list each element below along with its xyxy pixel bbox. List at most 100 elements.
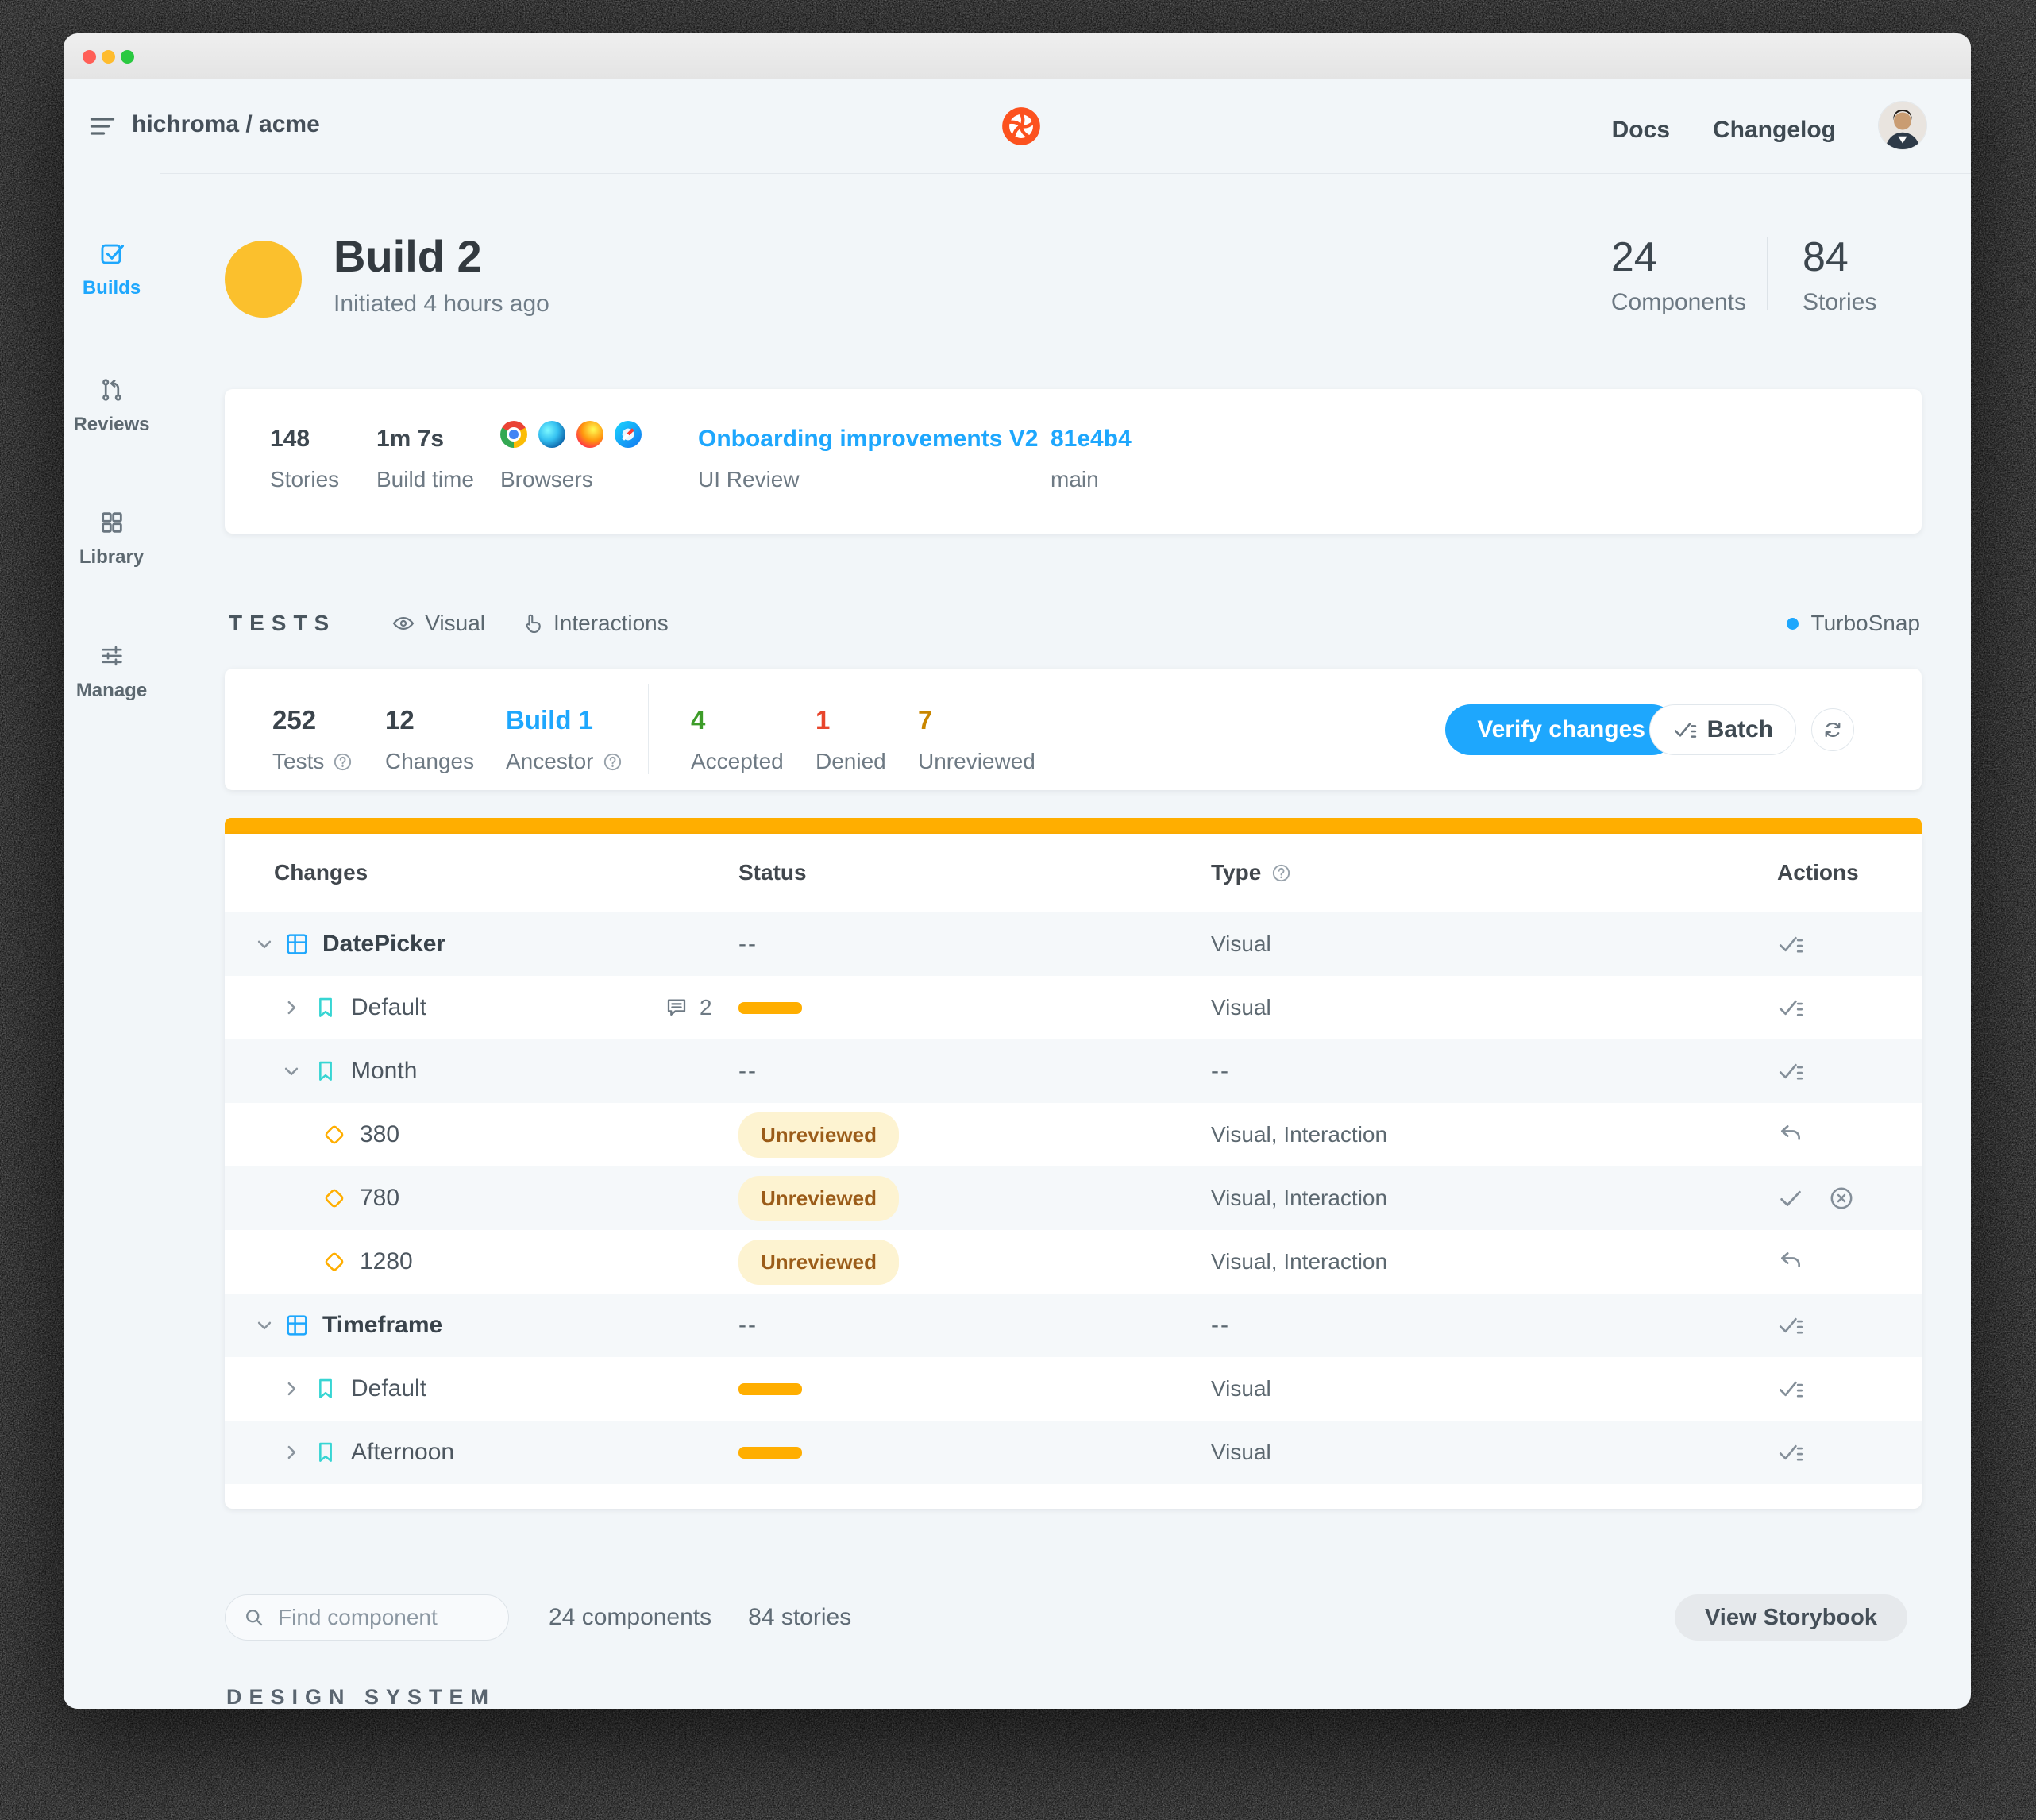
table-row[interactable]: 780 Unreviewed Visual, Interaction bbox=[225, 1166, 1922, 1230]
status-progress-bar bbox=[738, 1382, 802, 1395]
turbosnap-label: TurboSnap bbox=[1810, 611, 1921, 635]
sidebar-item-label: Library bbox=[79, 546, 145, 568]
project-breadcrumb[interactable]: hichroma / acme bbox=[132, 111, 320, 138]
view-storybook-button[interactable]: View Storybook bbox=[1674, 1594, 1907, 1641]
interactions-filter-label: Interactions bbox=[553, 611, 669, 635]
design-system-heading: DESIGN SYSTEM bbox=[226, 1685, 496, 1709]
batch-action-button[interactable] bbox=[1777, 1058, 1804, 1085]
row-label[interactable]: Timeframe bbox=[322, 1312, 442, 1339]
changes-table-body: DatePicker -- Visual Default 2 Visual Month -- -… bbox=[225, 912, 1922, 1484]
close-window-button[interactable] bbox=[83, 50, 96, 64]
chevron-right-icon[interactable] bbox=[280, 1377, 303, 1401]
docs-link[interactable]: Docs bbox=[1612, 117, 1670, 144]
batch-button[interactable]: Batch bbox=[1648, 704, 1796, 755]
type-label: -- bbox=[1211, 1312, 1230, 1338]
table-row[interactable]: Afternoon Visual bbox=[225, 1421, 1922, 1484]
bookmark-icon bbox=[319, 1442, 332, 1462]
batch-action-button[interactable] bbox=[1777, 1375, 1804, 1402]
minimize-window-button[interactable] bbox=[102, 50, 115, 64]
comment-count: 2 bbox=[700, 995, 712, 1020]
row-label[interactable]: Month bbox=[351, 1058, 417, 1085]
chevron-down-icon[interactable] bbox=[253, 932, 276, 956]
ancestor-build-link[interactable]: Build 1 bbox=[506, 707, 623, 733]
chevron-down-icon[interactable] bbox=[280, 1059, 303, 1083]
table-row[interactable]: Timeframe -- -- bbox=[225, 1294, 1922, 1357]
table-row[interactable]: Default Visual bbox=[225, 1357, 1922, 1421]
row-label[interactable]: Default bbox=[351, 1375, 426, 1402]
comments-group[interactable]: 2 bbox=[665, 995, 712, 1020]
menu-icon[interactable] bbox=[87, 112, 118, 141]
main-content: Build 2 Initiated 4 hours ago 24 Compone… bbox=[160, 173, 1971, 1709]
user-avatar[interactable] bbox=[1879, 102, 1926, 149]
branch-label: main bbox=[1051, 467, 1099, 492]
sidebar-item-reviews[interactable]: Reviews bbox=[64, 376, 160, 436]
chevron-right-icon[interactable] bbox=[280, 1440, 303, 1464]
chromatic-logo-icon[interactable] bbox=[1001, 106, 1042, 147]
zoom-window-button[interactable] bbox=[121, 50, 134, 64]
chevron-right-icon[interactable] bbox=[280, 996, 303, 1020]
diamond-icon bbox=[324, 1188, 345, 1209]
status-empty: -- bbox=[738, 931, 758, 957]
table-row[interactable]: 1280 Unreviewed Visual, Interaction bbox=[225, 1230, 1922, 1294]
batch-action-button[interactable] bbox=[1777, 994, 1804, 1021]
 bbox=[257, 940, 272, 948]
row-label[interactable]: 380 bbox=[360, 1121, 399, 1148]
interactions-filter[interactable]: Interactions bbox=[520, 611, 669, 636]
changelog-link[interactable]: Changelog bbox=[1713, 117, 1836, 144]
batch-action-button[interactable] bbox=[1777, 1312, 1804, 1339]
help-icon[interactable] bbox=[602, 751, 623, 773]
search-input[interactable] bbox=[276, 1604, 478, 1631]
table-row[interactable]: DatePicker -- Visual bbox=[225, 912, 1922, 976]
row-label[interactable]: DatePicker bbox=[322, 931, 445, 958]
status-cell: 2 bbox=[667, 976, 1211, 1039]
type-label: Visual, Interaction bbox=[1211, 1249, 1388, 1274]
status-progress-bar bbox=[738, 1446, 802, 1459]
table-row[interactable]: Month -- -- bbox=[225, 1039, 1922, 1103]
verify-changes-button[interactable]: Verify changes bbox=[1445, 704, 1677, 755]
actions-cell bbox=[1777, 912, 1922, 976]
deny-action-button[interactable] bbox=[1828, 1185, 1855, 1212]
sidebar-item-manage[interactable]: Manage bbox=[64, 642, 160, 702]
tests-filter-row: TESTS Visual Interactions TurboSnap bbox=[229, 606, 1920, 641]
 bbox=[287, 1001, 295, 1015]
help-icon[interactable] bbox=[332, 751, 353, 773]
undo-action-button[interactable] bbox=[1777, 1121, 1804, 1148]
undo-icon bbox=[1781, 1252, 1800, 1267]
 bbox=[284, 1067, 299, 1075]
table-header: Changes Status Type Actions bbox=[225, 834, 1922, 912]
find-component-search[interactable] bbox=[225, 1594, 509, 1641]
changes-cell: Month bbox=[225, 1039, 738, 1103]
bookmark-icon bbox=[319, 1378, 332, 1398]
batch-action-button[interactable] bbox=[1777, 931, 1804, 958]
row-label[interactable]: Default bbox=[351, 994, 426, 1021]
undo-action-button[interactable] bbox=[1777, 1248, 1804, 1275]
table-row[interactable]: Default 2 Visual bbox=[225, 976, 1922, 1039]
chevron-down-icon[interactable] bbox=[253, 1313, 276, 1337]
stories-label: Stories bbox=[1803, 289, 1877, 315]
check-action-button[interactable] bbox=[1777, 1185, 1804, 1212]
review-title-link[interactable]: Onboarding improvements V2 bbox=[698, 426, 1038, 453]
help-icon[interactable] bbox=[1271, 862, 1292, 884]
turbosnap-indicator[interactable]: TurboSnap bbox=[1786, 611, 1921, 636]
components-count: 24 bbox=[1610, 234, 1657, 280]
row-label[interactable]: Afternoon bbox=[351, 1439, 454, 1466]
tests-count-stat: 252 Tests bbox=[272, 707, 353, 774]
changes-count-label: Changes bbox=[385, 749, 475, 773]
visual-filter[interactable]: Visual bbox=[391, 611, 485, 636]
visual-filter-label: Visual bbox=[425, 611, 485, 635]
batch-action-button[interactable] bbox=[1777, 1439, 1804, 1466]
browsers-label: Browsers bbox=[500, 467, 593, 492]
sidebar-item-library[interactable]: Library bbox=[64, 509, 160, 569]
row-label[interactable]: 780 bbox=[360, 1185, 399, 1212]
batch-accept-icon bbox=[1779, 1317, 1803, 1334]
commit-hash-link[interactable]: 81e4b4 bbox=[1051, 426, 1132, 453]
row-label[interactable]: 1280 bbox=[360, 1248, 413, 1275]
status-cell: -- bbox=[738, 1294, 1211, 1357]
table-row[interactable]: 380 Unreviewed Visual, Interaction bbox=[225, 1103, 1922, 1166]
denied-label: Denied bbox=[816, 749, 886, 773]
denied-count: 1 bbox=[816, 705, 831, 735]
unreviewed-count: 7 bbox=[918, 705, 933, 735]
type-label: Visual bbox=[1211, 931, 1271, 956]
sidebar-item-builds[interactable]: Builds bbox=[64, 240, 160, 299]
refresh-button[interactable] bbox=[1811, 708, 1854, 751]
